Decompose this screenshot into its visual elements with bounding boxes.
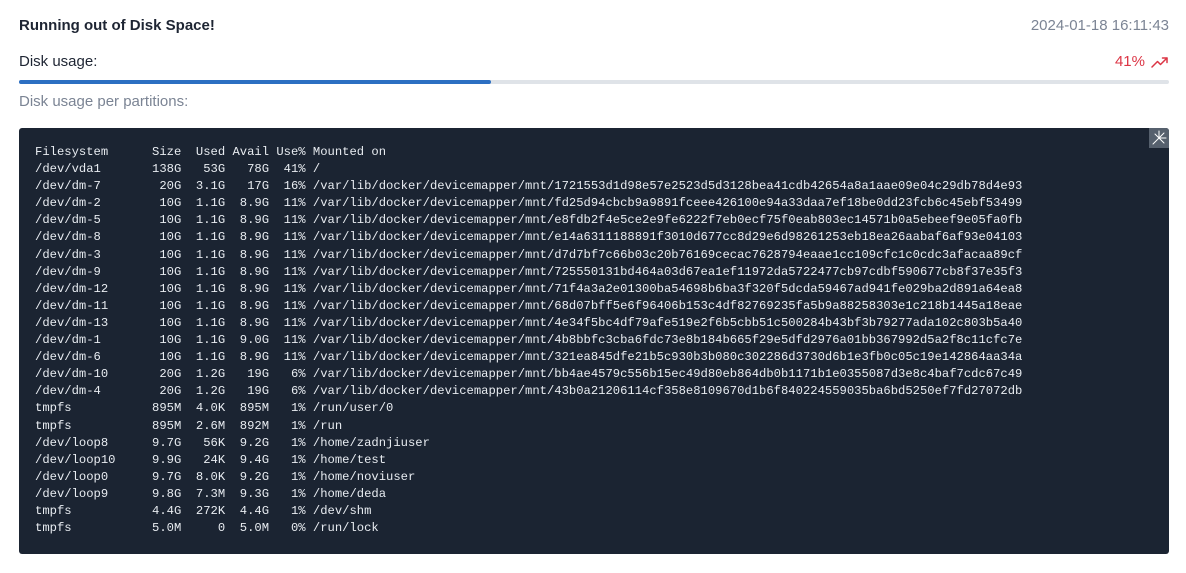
df-output-line: /dev/vda1 138G 53G 78G 41% / [35,162,321,177]
df-output-line: /dev/loop9 9.8G 7.3M 9.3G 1% /home/deda [35,486,387,501]
expand-icon [1152,130,1167,145]
df-output-line: /dev/dm-13 10G 1.1G 8.9G 11% /var/lib/do… [35,315,1023,330]
disk-usage-progress-bar [19,80,1169,84]
df-output-line: /dev/dm-6 10G 1.1G 8.9G 11% /var/lib/doc… [35,350,1023,365]
df-output-line: /dev/dm-4 20G 1.2G 19G 6% /var/lib/docke… [35,384,1023,399]
df-output-line: /dev/dm-11 10G 1.1G 8.9G 11% /var/lib/do… [35,298,1023,313]
df-output-line: /dev/dm-9 10G 1.1G 8.9G 11% /var/lib/doc… [35,264,1023,279]
df-output-line: /dev/loop8 9.7G 56K 9.2G 1% /home/zadnji… [35,435,430,450]
alert-title: Running out of Disk Space! [19,17,215,34]
disk-usage-row: Disk usage: 41% [19,52,1169,72]
df-output-line: tmpfs 895M 2.6M 892M 1% /run [35,418,343,433]
df-output-line: /dev/dm-12 10G 1.1G 8.9G 11% /var/lib/do… [35,281,1023,296]
df-output-line: tmpfs 4.4G 272K 4.4G 1% /dev/shm [35,503,372,518]
expand-button[interactable] [1149,128,1169,148]
disk-usage-percent: 41% [1114,53,1145,70]
disk-usage-progress-fill [19,80,491,84]
df-output-line: /dev/dm-5 10G 1.1G 8.9G 11% /var/lib/doc… [35,213,1023,228]
df-output-line: /dev/loop0 9.7G 8.0K 9.2G 1% /home/noviu… [35,469,416,484]
df-output-line: /dev/dm-3 10G 1.1G 8.9G 11% /var/lib/doc… [35,247,1023,262]
df-output-line: /dev/loop10 9.9G 24K 9.4G 1% /home/test [35,452,387,467]
disk-usage-label: Disk usage: [19,53,98,70]
df-output-line: /dev/dm-10 20G 1.2G 19G 6% /var/lib/dock… [35,367,1023,382]
df-output-line: /dev/dm-1 10G 1.1G 9.0G 11% /var/lib/doc… [35,333,1023,348]
df-output: Filesystem Size Used Avail Use% Mounted … [35,144,1022,537]
disk-usage-value: 41% [1115,52,1169,72]
partitions-label: Disk usage per partitions: [19,93,189,110]
df-output-line: /dev/dm-8 10G 1.1G 8.9G 11% /var/lib/doc… [35,230,1023,245]
df-header-line: Filesystem Size Used Avail Use% Mounted … [35,145,387,159]
df-output-line: tmpfs 895M 4.0K 895M 1% /run/user/0 [35,401,394,416]
df-output-line: /dev/dm-7 20G 3.1G 17G 16% /var/lib/dock… [35,179,1023,194]
df-output-line: /dev/dm-2 10G 1.1G 8.9G 11% /var/lib/doc… [35,196,1023,211]
trending-up-icon [1151,57,1168,68]
alert-timestamp: 2024-01-18 16:11:43 [1030,17,1169,34]
df-output-line: tmpfs 5.0M 0 5.0M 0% /run/lock [35,521,379,536]
partitions-output-panel: Filesystem Size Used Avail Use% Mounted … [19,128,1169,554]
alert-header: Running out of Disk Space! 2024-01-18 16… [19,16,1169,36]
